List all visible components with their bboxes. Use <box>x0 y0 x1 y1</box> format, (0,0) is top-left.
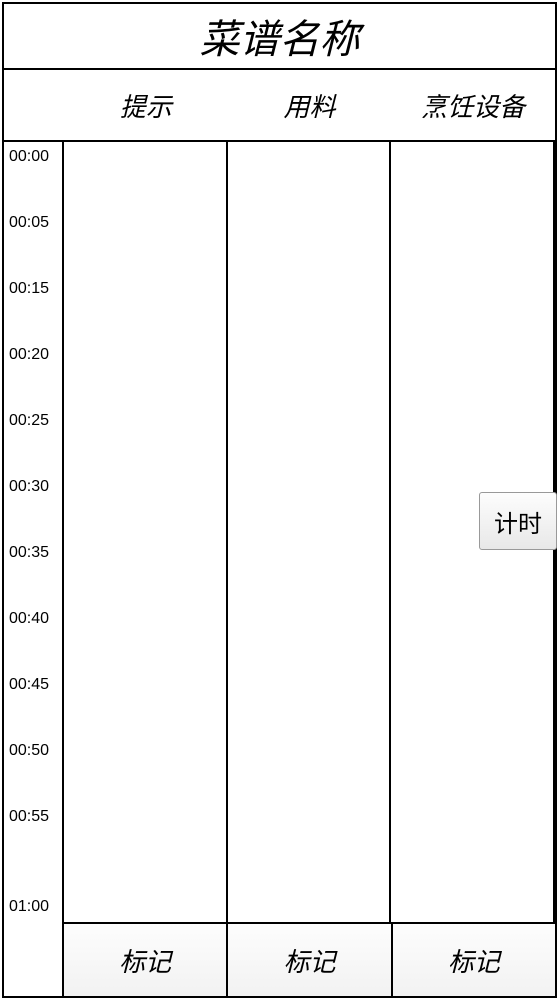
time-label: 01:00 <box>9 898 49 916</box>
header-hint: 提示 <box>64 70 228 140</box>
time-label: 00:20 <box>9 346 49 364</box>
header-time-spacer <box>4 70 64 140</box>
time-label: 00:30 <box>9 478 49 496</box>
time-label: 00:05 <box>9 214 49 232</box>
time-axis: 00:00 00:05 00:15 00:20 00:25 00:30 00:3… <box>4 142 64 922</box>
header-ingredients: 用料 <box>228 70 392 140</box>
time-label: 00:35 <box>9 544 49 562</box>
time-label: 00:50 <box>9 742 49 760</box>
ingredients-column[interactable] <box>228 142 392 922</box>
app-frame: 菜谱名称 提示 用料 烹饪设备 00:00 00:05 00:15 00:20 … <box>2 2 557 998</box>
mark-button-equipment[interactable]: 标记 <box>393 922 555 996</box>
recipe-title: 菜谱名称 <box>4 4 555 70</box>
mark-button-ingredients[interactable]: 标记 <box>228 922 392 996</box>
time-label: 00:15 <box>9 280 49 298</box>
header-equipment: 烹饪设备 <box>391 70 555 140</box>
timeline-body: 00:00 00:05 00:15 00:20 00:25 00:30 00:3… <box>4 142 555 922</box>
timer-button[interactable]: 计时 <box>479 492 557 550</box>
column-headers: 提示 用料 烹饪设备 <box>4 70 555 142</box>
time-label: 00:00 <box>9 148 49 166</box>
footer-spacer <box>4 922 64 996</box>
time-label: 00:40 <box>9 610 49 628</box>
time-label: 00:55 <box>9 808 49 826</box>
time-label: 00:45 <box>9 676 49 694</box>
mark-button-hint[interactable]: 标记 <box>64 922 228 996</box>
time-label: 00:25 <box>9 412 49 430</box>
footer-buttons: 标记 标记 标记 <box>4 922 555 996</box>
hint-column[interactable] <box>64 142 228 922</box>
